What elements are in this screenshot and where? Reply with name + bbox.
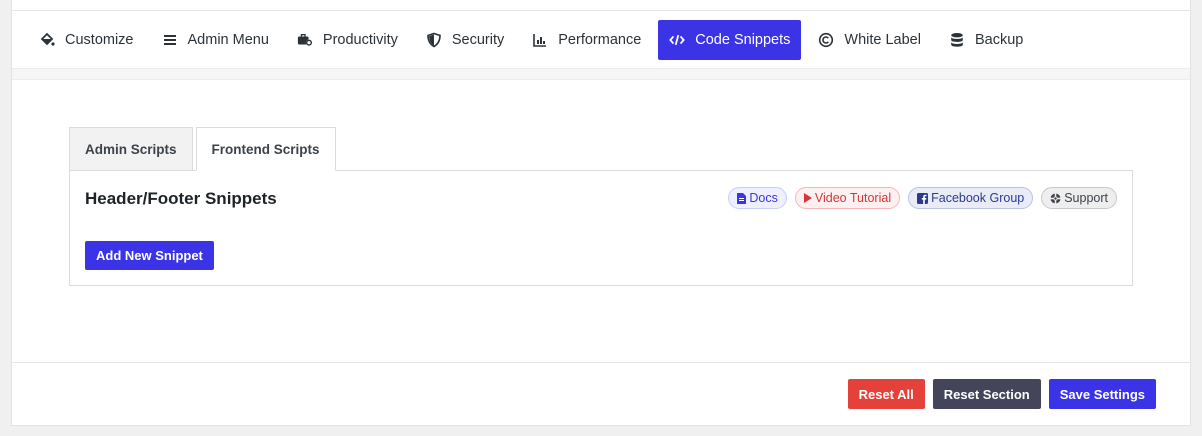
settings-panel: Customize Admin Menu Productivity Securi… [11,0,1191,426]
settings-footer: Reset All Reset Section Save Settings [12,362,1190,426]
video-tutorial-link[interactable]: Video Tutorial [794,187,901,209]
reset-all-button[interactable]: Reset All [847,379,925,409]
add-new-snippet-button[interactable]: Add New Snippet [85,241,214,270]
snippets-box: Header/Footer Snippets Docs Video Tutori… [69,170,1133,286]
nav-divider-strip [12,69,1190,80]
bar-chart-icon [532,32,548,48]
facebook-group-label: Facebook Group [931,191,1025,205]
copyright-icon [818,32,834,48]
section-title: Header/Footer Snippets [85,189,277,208]
nav-label: Security [451,31,505,48]
help-links: Docs Video Tutorial Facebook Group Suppo… [728,187,1117,209]
nav-label: Backup [974,31,1024,48]
nav-item-code-snippets[interactable]: Code Snippets [658,19,802,60]
briefcase-gear-icon [297,32,313,48]
save-settings-button[interactable]: Save Settings [1048,379,1156,409]
paint-bucket-icon [39,32,55,48]
nav-item-performance[interactable]: Performance [521,20,652,60]
lifebuoy-icon [1050,193,1061,204]
play-icon [803,193,812,203]
top-nav: Customize Admin Menu Productivity Securi… [12,11,1190,69]
script-tabs: Admin Scripts Frontend Scripts [69,127,339,171]
video-tutorial-label: Video Tutorial [814,191,892,205]
menu-bars-icon [162,32,178,48]
nav-item-backup[interactable]: Backup [938,20,1034,60]
database-icon [949,32,965,48]
support-link[interactable]: Support [1041,187,1117,209]
nav-label: White Label [844,31,921,48]
facebook-icon [917,192,929,204]
tab-admin-scripts[interactable]: Admin Scripts [69,127,193,171]
facebook-group-link[interactable]: Facebook Group [908,187,1034,209]
shield-icon [426,32,442,48]
nav-label: Performance [558,31,642,48]
document-icon [737,192,747,204]
docs-link[interactable]: Docs [728,187,787,209]
nav-item-white-label[interactable]: White Label [807,20,932,60]
nav-label: Code Snippets [695,31,791,48]
nav-item-admin-menu[interactable]: Admin Menu [151,20,280,60]
tab-frontend-scripts[interactable]: Frontend Scripts [195,127,336,171]
code-icon [669,32,686,48]
nav-label: Productivity [322,31,398,48]
nav-label: Admin Menu [187,31,269,48]
nav-label: Customize [65,31,134,48]
nav-item-productivity[interactable]: Productivity [286,20,409,60]
nav-item-security[interactable]: Security [415,20,515,60]
support-label: Support [1064,191,1108,205]
docs-label: Docs [749,191,778,205]
footer-actions: Reset All Reset Section Save Settings [847,379,1156,409]
nav-item-customize[interactable]: Customize [28,20,145,60]
reset-section-button[interactable]: Reset Section [932,379,1041,409]
